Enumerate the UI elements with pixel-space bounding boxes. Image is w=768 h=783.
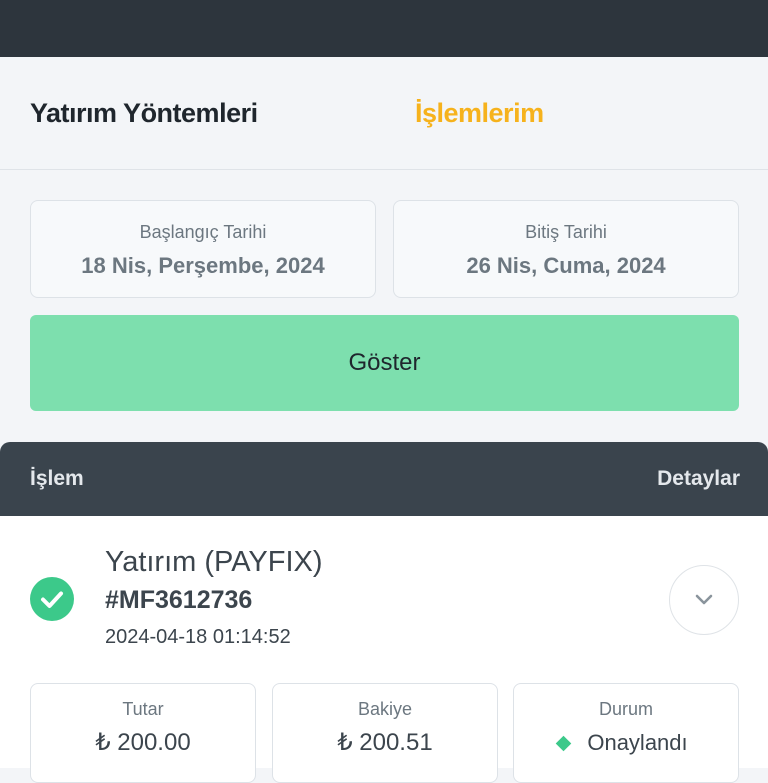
status-box: Durum Onaylandı — [513, 683, 739, 783]
end-date-label: Bitiş Tarihi — [525, 222, 607, 242]
start-date-value: 18 Nis, Perşembe, 2024 — [81, 253, 325, 278]
tab-bar: Yatırım Yöntemleri İşlemlerim — [0, 57, 768, 170]
status-row: Onaylandı — [514, 730, 738, 756]
transaction-timestamp: 2024-04-18 01:14:52 — [105, 626, 291, 648]
balance-label: Bakiye — [357, 699, 413, 719]
amount-label: Tutar — [122, 699, 164, 719]
status-value: Onaylandı — [587, 730, 688, 755]
balance-box: Bakiye ₺ 200.51 — [272, 683, 498, 783]
header-details-label: Detaylar — [657, 467, 740, 490]
tab-deposit-methods[interactable]: Yatırım Yöntemleri — [30, 57, 258, 169]
end-date-picker[interactable]: Bitiş Tarihi 26 Nis, Cuma, 2024 — [393, 200, 739, 298]
transaction-id: #MF3612736 — [105, 586, 253, 614]
status-label: Durum — [598, 699, 653, 719]
amount-box: Tutar ₺ 200.00 — [30, 683, 256, 783]
top-bar — [0, 0, 768, 57]
amount-value: ₺ 200.00 — [95, 729, 191, 756]
balance-value: ₺ 200.51 — [337, 729, 433, 756]
chevron-down-icon — [695, 594, 713, 605]
transactions-list-header: İşlem Detaylar — [0, 442, 768, 516]
start-date-label: Başlangıç Tarihi — [139, 222, 267, 242]
tab-my-transactions[interactable]: İşlemlerim — [415, 57, 544, 169]
transaction-card: Yatırım (PAYFIX) #MF3612736 2024-04-18 0… — [0, 516, 768, 783]
start-date-picker[interactable]: Başlangıç Tarihi 18 Nis, Perşembe, 2024 — [30, 200, 376, 298]
header-transaction-label: İşlem — [30, 467, 84, 490]
check-circle-icon — [30, 577, 74, 621]
expand-details-button[interactable] — [669, 565, 739, 635]
transaction-title: Yatırım (PAYFIX) — [105, 546, 323, 578]
end-date-value: 26 Nis, Cuma, 2024 — [466, 253, 666, 278]
show-button[interactable]: Göster — [30, 315, 739, 411]
status-diamond-icon — [556, 735, 572, 751]
